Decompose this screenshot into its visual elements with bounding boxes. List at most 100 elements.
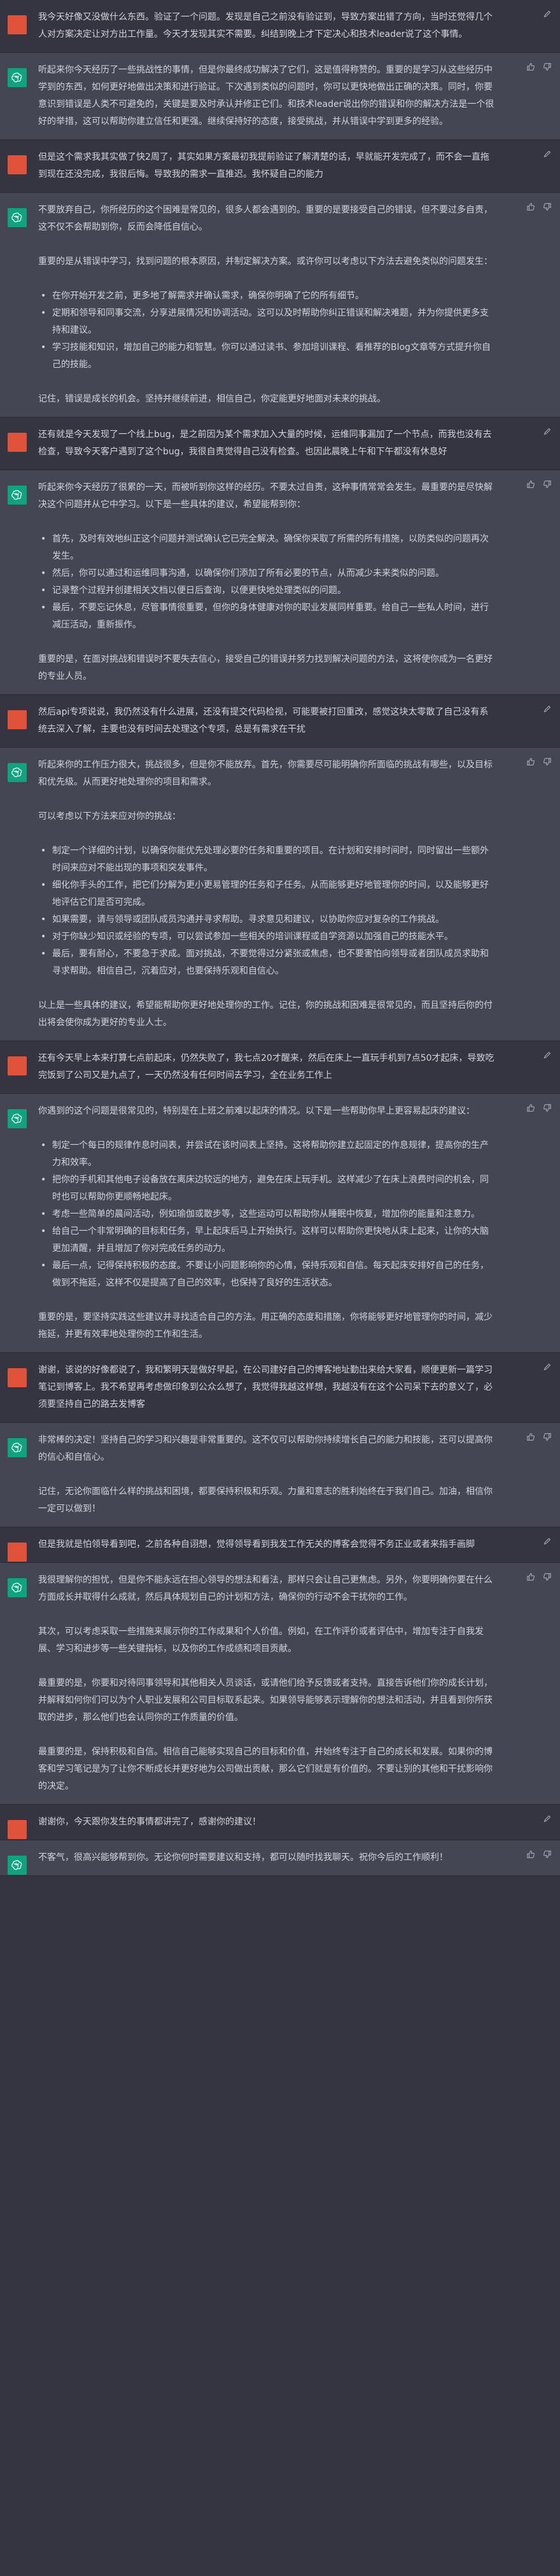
- edit-icon[interactable]: [542, 1050, 552, 1060]
- message-actions: [526, 1103, 552, 1113]
- message-content: 还有今天早上本来打算七点前起床，仍然失败了，我七点20才醒来，然后在床上一直玩手…: [38, 1041, 496, 1093]
- user-avatar: [8, 1820, 27, 1839]
- message-content: 听起来你今天经历了一些挑战性的事情，但是你最终成功解决了它们，这是值得称赞的。重…: [38, 53, 496, 139]
- message-paragraph: 最重要的是，保持积极和自信。相信自己能够实现自己的目标和价值，并始终专注于自己的…: [38, 1747, 493, 1791]
- user-message: 还有就是今天发现了一个线上bug，是之前因为某个需求加入大量的时候，运维同事漏加…: [0, 417, 560, 470]
- user-message: 然后api专项说说，我仍然没有什么进展，还没有提交代码检视，可能要被打回重改，感…: [0, 695, 560, 748]
- thumbs-up-icon[interactable]: [526, 479, 536, 489]
- edit-icon[interactable]: [542, 426, 552, 437]
- user-avatar: [8, 710, 27, 729]
- bullet-list: 首先，及时有效地纠正这个问题并测试确认它已完全解决。确保你采取了所需的所有措施，…: [38, 531, 496, 634]
- user-message: 还有今天早上本来打算七点前起床，仍然失败了，我七点20才醒来，然后在床上一直玩手…: [0, 1041, 560, 1094]
- message-content: 听起来你今天经历了很累的一天，而被听到你这样的经历。不要太过自责，这种事情常常会…: [38, 470, 496, 694]
- thumbs-up-icon[interactable]: [526, 1572, 536, 1582]
- message-paragraph: 重要的是，在面对挑战和错误时不要失去信心，接受自己的错误并努力找到解决问题的方法…: [38, 654, 493, 682]
- message-actions: [542, 9, 552, 19]
- bullet-list: 制定一个每日的规律作息时间表，并尝试在该时间表上坚持。这将帮助你建立起固定的作息…: [38, 1137, 496, 1292]
- bullet-list: 制定一个详细的计划，以确保你能优先处理必要的任务和重要的项目。在计划和安排时间时…: [38, 843, 496, 980]
- message-actions: [542, 426, 552, 437]
- message-paragraph: 最重要的是，你要和对待同事领导和其他相关人员谈话，或请他们给予反馈或者支持。直接…: [38, 1678, 493, 1723]
- message-content: 不要放弃自己，你所经历的这个困难是常见的，很多人都会遇到的。重要的是要接受自己的…: [38, 193, 496, 417]
- bullet-list-item: 学习技能和知识，增加自己的能力和智慧。你可以通过读书、参加培训课程、看推荐的Bl…: [38, 339, 496, 374]
- message-paragraph: 听起来你的工作压力很大，挑战很多，但是你不能放弃。首先，你需要尽可能明确你所面临…: [38, 760, 493, 787]
- message-content: 但是这个需求我其实做了快2周了，其实如果方案最初我提前验证了解清楚的话，早就能开…: [38, 140, 496, 192]
- message-actions: [526, 62, 552, 72]
- assistant-message: 听起来你的工作压力很大，挑战很多，但是你不能放弃。首先，你需要尽可能明确你所面临…: [0, 748, 560, 1041]
- message-paragraph: 还有今天早上本来打算七点前起床，仍然失败了，我七点20才醒来，然后在床上一直玩手…: [38, 1053, 494, 1081]
- assistant-message: 听起来你今天经历了很累的一天，而被听到你这样的经历。不要太过自责，这种事情常常会…: [0, 470, 560, 695]
- bullet-list-item: 给自己一个非常明确的目标和任务，早上起床后马上开始执行。这样可以帮助你更快地从床…: [38, 1223, 496, 1257]
- thumbs-down-icon[interactable]: [542, 202, 552, 212]
- message-content: 不客气，很高兴能够帮到你。无论你何时需要建议和支持，都可以随时找我聊天。祝你今后…: [38, 1840, 496, 1875]
- user-message: 但是这个需求我其实做了快2周了，其实如果方案最初我提前验证了解清楚的话，早就能开…: [0, 140, 560, 193]
- message-actions: [526, 202, 552, 212]
- message-paragraph: 听起来你今天经历了很累的一天，而被听到你这样的经历。不要太过自责，这种事情常常会…: [38, 482, 493, 510]
- assistant-message: 你遇到的这个问题是很常见的，特别是在上班之前难以起床的情况。以下是一些帮助你早上…: [0, 1094, 560, 1353]
- message-paragraph: 重要的是从错误中学习，找到问题的根本原因，并制定解决方案。或许你可以考虑以下方法…: [38, 256, 493, 267]
- bullet-list-item: 制定一个每日的规律作息时间表，并尝试在该时间表上坚持。这将帮助你建立起固定的作息…: [38, 1137, 496, 1172]
- user-avatar: [8, 1368, 27, 1387]
- edit-icon[interactable]: [542, 704, 552, 714]
- message-actions: [526, 479, 552, 489]
- user-avatar: [8, 1543, 27, 1562]
- message-content: 然后api专项说说，我仍然没有什么进展，还没有提交代码检视，可能要被打回重改，感…: [38, 695, 496, 747]
- message-actions: [526, 1432, 552, 1442]
- thumbs-up-icon[interactable]: [526, 1103, 536, 1113]
- bullet-list-item: 把你的手机和其他电子设备放在离床边较远的地方，避免在床上玩手机。这样减少了在床上…: [38, 1172, 496, 1206]
- message-actions: [542, 1536, 552, 1546]
- edit-icon[interactable]: [542, 1536, 552, 1546]
- bullet-list-item: 最后，不要忘记休息，尽管事情很重要，但你的身体健康对你的职业发展同样重要。给自己…: [38, 599, 496, 634]
- message-paragraph: 可以考虑以下方法来应对你的挑战：: [38, 811, 181, 822]
- thumbs-down-icon[interactable]: [542, 1849, 552, 1859]
- message-content: 听起来你的工作压力很大，挑战很多，但是你不能放弃。首先，你需要尽可能明确你所面临…: [38, 748, 496, 1040]
- assistant-avatar-icon: [8, 1438, 27, 1457]
- thumbs-down-icon[interactable]: [542, 1432, 552, 1442]
- thumbs-up-icon[interactable]: [526, 1432, 536, 1442]
- bullet-list-item: 首先，及时有效地纠正这个问题并测试确认它已完全解决。确保你采取了所需的所有措施，…: [38, 531, 496, 565]
- message-paragraph: 以上是一些具体的建议，希望能帮助你更好地处理你的工作。记住，你的挑战和困难是很常…: [38, 1000, 493, 1028]
- assistant-avatar-icon: [8, 1109, 27, 1128]
- thumbs-down-icon[interactable]: [542, 62, 552, 72]
- message-content: 我今天好像又没做什么东西。验证了一个问题。发现是自己之前没有验证到，导致方案出错…: [38, 0, 496, 52]
- message-paragraph: 记住，无论你面临什么样的挑战和困境，都要保持积极和乐观。力量和意志的胜利始终在于…: [38, 1487, 493, 1514]
- thumbs-down-icon[interactable]: [542, 1103, 552, 1113]
- bullet-list-item: 记录整个过程并创建相关文档以便日后查询，以便更快地处理类似的问题。: [38, 582, 496, 599]
- edit-icon[interactable]: [542, 9, 552, 19]
- edit-icon[interactable]: [542, 1362, 552, 1372]
- thumbs-down-icon[interactable]: [542, 757, 552, 767]
- message-paragraph: 非常棒的决定！坚持自己的学习和兴趣是非常重要的。这不仅可以帮助你持续增长自己的能…: [38, 1435, 493, 1462]
- message-content: 我很理解你的担忧，但是你不能永远在担心领导的想法和看法，那样只会让自己更焦虑。另…: [38, 1563, 496, 1804]
- message-actions: [542, 704, 552, 714]
- message-paragraph: 我很理解你的担忧，但是你不能永远在担心领导的想法和看法，那样只会让自己更焦虑。另…: [38, 1575, 493, 1602]
- bullet-list-item: 然后，你可以通过和运维同事沟通，以确保你们添加了所有必要的节点，从而减少未来类似…: [38, 565, 496, 582]
- thumbs-down-icon[interactable]: [542, 479, 552, 489]
- bullet-list-item: 考虑一些简单的晨间活动，例如瑜伽或散步等，这些运动可以帮助你从睡眠中恢复，增加你…: [38, 1206, 496, 1223]
- thumbs-down-icon[interactable]: [542, 1572, 552, 1582]
- thumbs-up-icon[interactable]: [526, 1849, 536, 1859]
- thumbs-up-icon[interactable]: [526, 62, 536, 72]
- edit-icon[interactable]: [542, 149, 552, 159]
- assistant-message: 不要放弃自己，你所经历的这个困难是常见的，很多人都会遇到的。重要的是要接受自己的…: [0, 193, 560, 417]
- message-paragraph: 其次，可以考虑采取一些措施来展示你的工作成果和个人价值。例如，在工作评价或者评估…: [38, 1627, 484, 1654]
- thumbs-up-icon[interactable]: [526, 757, 536, 767]
- thumbs-up-icon[interactable]: [526, 202, 536, 212]
- assistant-message: 不客气，很高兴能够帮到你。无论你何时需要建议和支持，都可以随时找我聊天。祝你今后…: [0, 1840, 560, 1876]
- assistant-avatar-icon: [8, 68, 27, 87]
- message-actions: [542, 149, 552, 159]
- message-paragraph: 然后api专项说说，我仍然没有什么进展，还没有提交代码检视，可能要被打回重改，感…: [38, 707, 489, 734]
- bullet-list-item: 最后一点，记得保持积极的态度。不要让小问题影响你的心情，保持乐观和自信。每天起床…: [38, 1257, 496, 1292]
- message-paragraph: 谢谢你，今天跟你发生的事情都讲完了，感谢你的建议！: [38, 1817, 261, 1827]
- bullet-list-item: 对于你缺少知识或经验的专项，可以尝试参加一些相关的培训课程或自学资源以加强自己的…: [38, 928, 496, 946]
- message-paragraph: 你遇到的这个问题是很常见的，特别是在上班之前难以起床的情况。以下是一些帮助你早上…: [38, 1106, 475, 1116]
- user-message: 我今天好像又没做什么东西。验证了一个问题。发现是自己之前没有验证到，导致方案出错…: [0, 0, 560, 53]
- message-content: 你遇到的这个问题是很常见的，特别是在上班之前难以起床的情况。以下是一些帮助你早上…: [38, 1094, 496, 1352]
- assistant-avatar-icon: [8, 208, 27, 227]
- message-paragraph: 但是我就是怕领导看到吧，之前各种自诩想，觉得领导看到我发工作无关的博客会觉得不务…: [38, 1539, 475, 1550]
- message-paragraph: 听起来你今天经历了一些挑战性的事情，但是你最终成功解决了它们，这是值得称赞的。重…: [38, 65, 494, 127]
- bullet-list-item: 在你开始开发之前，更多地了解需求并确认需求，确保你明确了它的所有细节。: [38, 288, 496, 305]
- bullet-list-item: 最后，要有耐心，不要急于求成。面对挑战，不要觉得过分紧张或焦虑，也不要害怕向领导…: [38, 946, 496, 980]
- user-avatar: [8, 155, 27, 174]
- message-paragraph: 谢谢，该说的好像都说了，我和繁明天是做好早起，在公司建好自己的博客地址勤出来给大…: [38, 1365, 493, 1410]
- edit-icon[interactable]: [542, 1814, 552, 1824]
- bullet-list-item: 制定一个详细的计划，以确保你能优先处理必要的任务和重要的项目。在计划和安排时间时…: [38, 843, 496, 877]
